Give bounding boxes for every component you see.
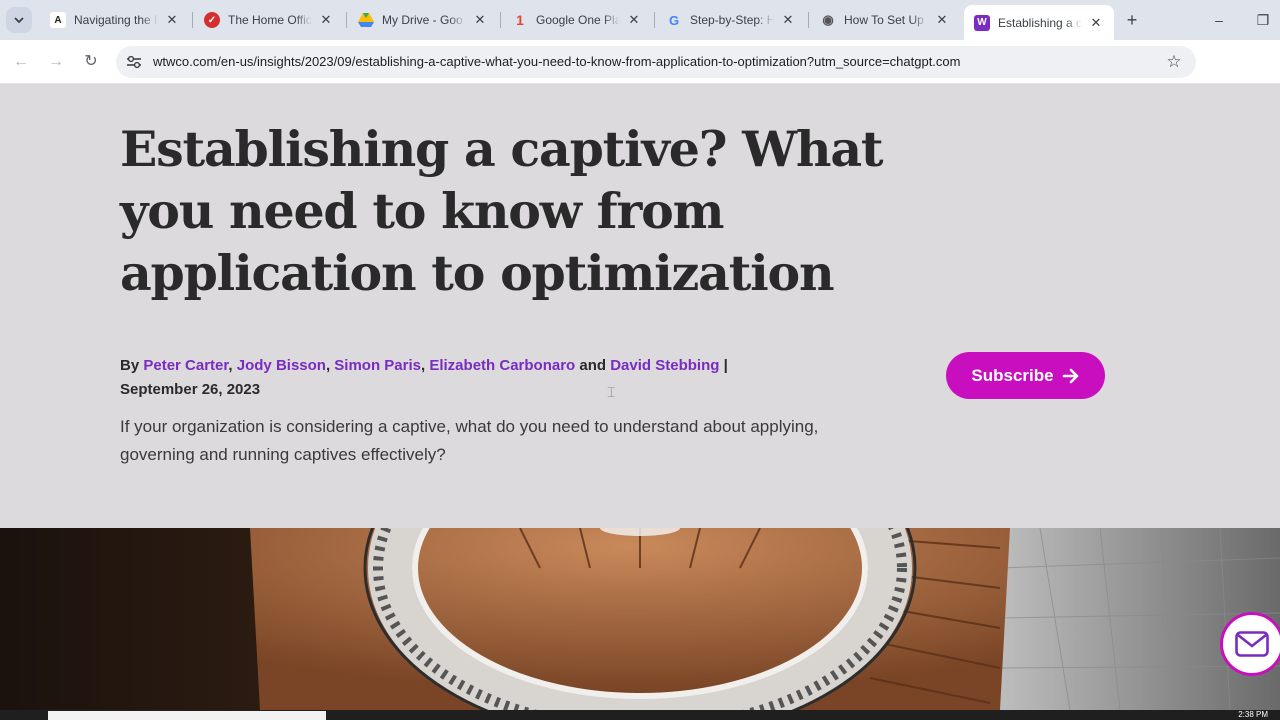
arrow-right-icon: → (48, 53, 64, 70)
spiral-staircase-image (0, 528, 1280, 710)
tab-divider (346, 12, 347, 28)
google-one-icon: 1 (516, 12, 524, 28)
chevron-down-icon (14, 17, 24, 24)
restore-icon: ❐ (1256, 12, 1270, 28)
arrow-left-icon: ← (13, 53, 29, 70)
forward-button[interactable]: → (44, 50, 68, 74)
tab-strip: A Navigating the F ✕ ✓ The Home Offic ✕ … (0, 0, 1280, 40)
tab-title: The Home Offic (228, 13, 312, 27)
close-tab-icon[interactable]: ✕ (626, 12, 642, 28)
article-byline: By Peter Carter, Jody Bisson, Simon Pari… (120, 357, 728, 398)
tab-title: Google One Pla (536, 13, 620, 27)
byline-and: and (579, 357, 607, 374)
bookmark-star-icon[interactable]: ☆ (1164, 52, 1184, 72)
mail-icon (1235, 631, 1269, 657)
byline-prefix: By (120, 357, 140, 374)
close-tab-icon[interactable]: ✕ (780, 12, 796, 28)
minimize-button[interactable]: – (1207, 8, 1231, 32)
tab-divider (808, 12, 809, 28)
tab-7-active[interactable]: W Establishing a ca ✕ (964, 5, 1114, 40)
tab-2[interactable]: ✓ The Home Offic ✕ (194, 5, 344, 35)
tab-title: Navigating the F (74, 13, 158, 27)
text-cursor-icon: ⌶ (607, 384, 616, 400)
minimize-icon: – (1215, 12, 1223, 28)
tune-icon (127, 55, 141, 69)
author-link[interactable]: Simon Paris (334, 357, 421, 374)
back-button[interactable]: ← (9, 50, 33, 74)
address-bar[interactable]: wtwco.com/en-us/insights/2023/09/establi… (116, 46, 1196, 78)
tab-divider (500, 12, 501, 28)
url-text[interactable]: wtwco.com/en-us/insights/2023/09/establi… (153, 54, 960, 69)
tab-1[interactable]: A Navigating the F ✕ (40, 5, 190, 35)
plus-icon: + (1126, 10, 1138, 30)
taskbar-search[interactable] (48, 711, 326, 720)
newsletter-button[interactable] (1220, 612, 1280, 676)
os-taskbar: 2:38 PM (0, 710, 1280, 720)
google-icon: G (668, 12, 680, 28)
wtw-icon: W (974, 14, 990, 31)
reload-button[interactable]: ↻ (79, 50, 103, 74)
author-link[interactable]: David Stebbing (610, 357, 719, 374)
restore-button[interactable]: ❐ (1251, 8, 1275, 32)
reload-icon: ↻ (84, 53, 98, 70)
red-check-icon: ✓ (204, 12, 220, 28)
owl-icon: ◉ (822, 12, 834, 27)
avalara-icon: A (50, 12, 66, 28)
close-tab-icon[interactable]: ✕ (318, 12, 334, 28)
author-link[interactable]: Jody Bisson (237, 357, 326, 374)
author-link[interactable]: Elizabeth Carbonaro (429, 357, 575, 374)
close-tab-icon[interactable]: ✕ (934, 12, 950, 28)
google-drive-icon (358, 12, 374, 28)
close-tab-icon[interactable]: ✕ (1088, 15, 1104, 31)
hero-image (0, 528, 1280, 710)
tab-title: Establishing a ca (998, 15, 1082, 30)
tab-divider (654, 12, 655, 28)
tab-search-button[interactable] (6, 7, 32, 33)
subscribe-label: Subscribe (971, 365, 1054, 385)
byline-separator: | (723, 357, 728, 374)
new-tab-button[interactable]: + (1121, 9, 1143, 31)
tab-divider (192, 12, 193, 28)
article-headline: Establishing a captive? What you need to… (120, 120, 884, 302)
author-link[interactable]: Peter Carter (143, 357, 228, 374)
tab-6[interactable]: ◉ How To Set Up a ✕ (810, 5, 960, 35)
browser-toolbar: ← → ↻ wtwco.com/en-us/insights/2023/09/e… (0, 40, 1280, 112)
close-tab-icon[interactable]: ✕ (164, 12, 180, 28)
article-date: September 26, 2023 (120, 381, 261, 398)
subscribe-button[interactable]: Subscribe (946, 352, 1105, 399)
taskbar-clock: 2:38 PM (1238, 710, 1268, 719)
tab-title: My Drive - Goo (382, 13, 463, 27)
tab-4[interactable]: 1 Google One Pla ✕ (502, 5, 652, 35)
article-summary: If your organization is considering a ca… (120, 417, 819, 464)
tab-title: Step-by-Step: H (690, 13, 774, 27)
site-info-button[interactable] (124, 52, 144, 72)
tab-3[interactable]: My Drive - Goo ✕ (348, 5, 498, 35)
close-tab-icon[interactable]: ✕ (472, 12, 488, 28)
tab-5[interactable]: G Step-by-Step: H ✕ (656, 5, 806, 35)
article-header: Establishing a captive? What you need to… (0, 85, 1280, 528)
arrow-right-icon (1062, 368, 1078, 383)
tab-title: How To Set Up a (844, 13, 928, 27)
